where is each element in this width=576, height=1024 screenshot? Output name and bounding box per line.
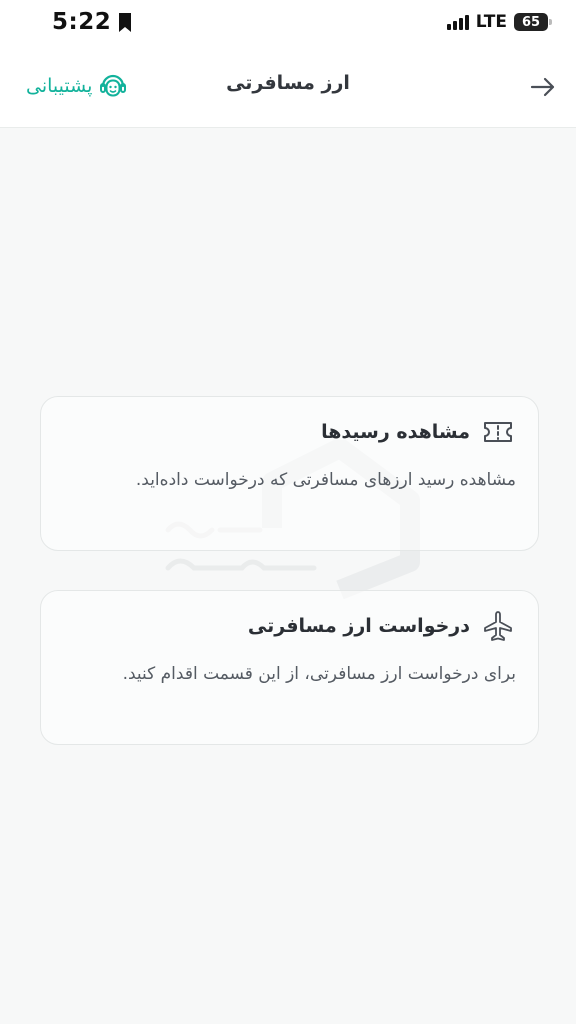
page-title: ارز مسافرتی xyxy=(226,72,350,94)
status-time: 5:22 xyxy=(52,9,112,35)
battery-icon: 65 xyxy=(514,13,552,31)
network-type: LTE xyxy=(475,12,507,32)
view-receipts-title: مشاهده رسیدها xyxy=(321,421,470,443)
arrow-right-icon xyxy=(530,77,555,97)
ticket-icon xyxy=(484,422,512,442)
view-receipts-card-header: مشاهده رسیدها xyxy=(63,415,516,449)
bookmark-icon xyxy=(119,12,132,32)
request-currency-card[interactable]: درخواست ارز مسافرتی برای درخواست ارز مسا… xyxy=(40,590,539,745)
airplane-icon xyxy=(484,611,512,641)
battery-level: 65 xyxy=(521,14,541,30)
status-bar: 5:22 LTE 65 xyxy=(0,0,576,44)
view-receipts-card[interactable]: مشاهده رسیدها مشاهده رسید ارزهای مسافرتی… xyxy=(40,396,539,551)
view-receipts-description: مشاهده رسید ارزهای مسافرتی که درخواست دا… xyxy=(135,470,516,490)
back-button[interactable] xyxy=(526,70,560,104)
status-bar-left: 5:22 xyxy=(52,9,132,35)
request-currency-title: درخواست ارز مسافرتی xyxy=(247,615,470,637)
screen: 5:22 LTE 65 پشتیبانی ارز مسافرتی مشاهده … xyxy=(0,0,576,1024)
app-header: پشتیبانی ارز مسافرتی xyxy=(0,44,576,128)
request-currency-description: برای درخواست ارز مسافرتی، از این قسمت اق… xyxy=(122,664,516,684)
signal-icon xyxy=(446,14,469,30)
status-bar-right: LTE 65 xyxy=(446,12,552,32)
request-currency-card-header: درخواست ارز مسافرتی xyxy=(63,609,516,643)
